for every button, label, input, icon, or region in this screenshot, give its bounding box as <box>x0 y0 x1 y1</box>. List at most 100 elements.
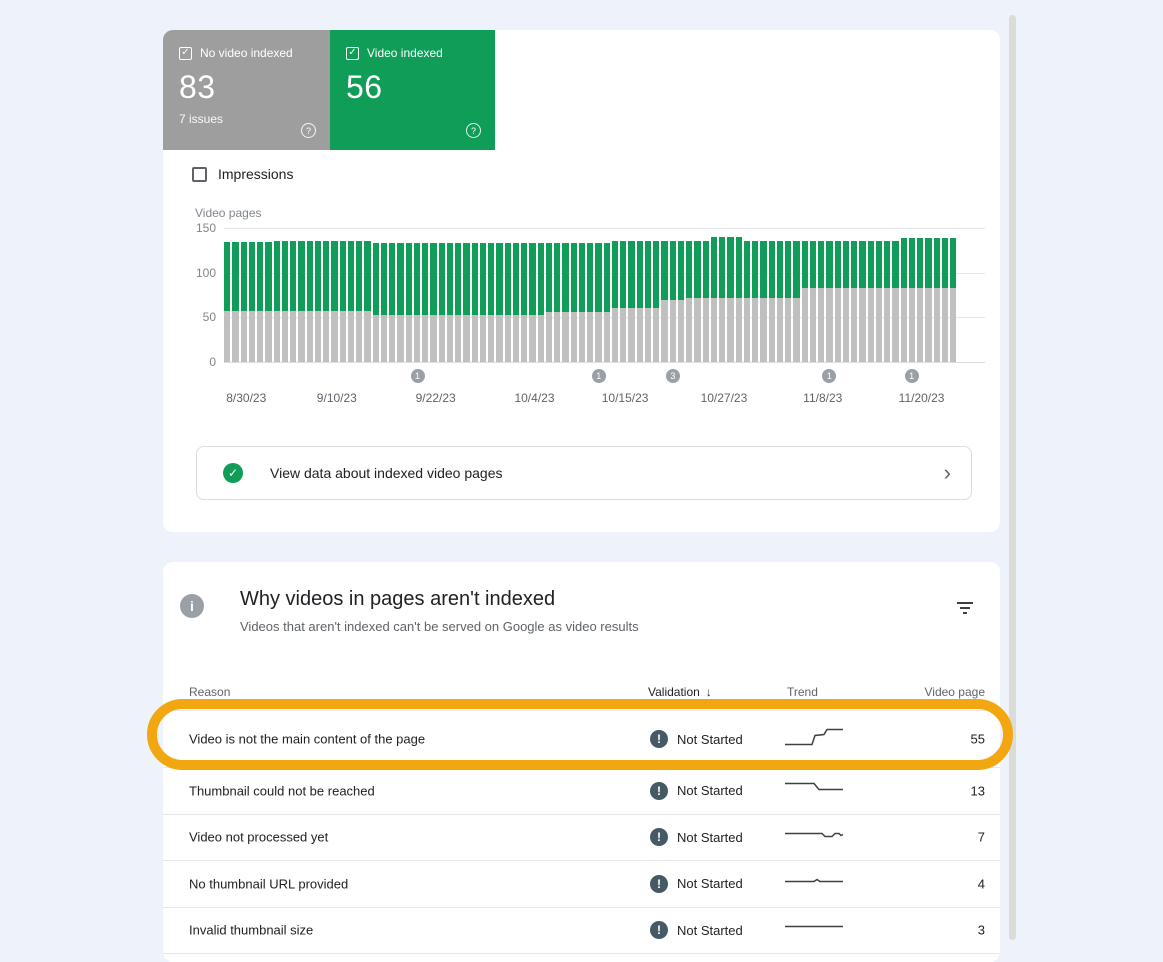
chart-bar[interactable] <box>513 243 519 362</box>
video-indexed-checkbox[interactable]: ✓ <box>346 47 359 60</box>
chart-bar[interactable] <box>224 242 230 362</box>
chart-bar[interactable] <box>628 241 634 362</box>
impressions-checkbox[interactable] <box>192 167 207 182</box>
chart-bar[interactable] <box>496 243 502 362</box>
chart-bar[interactable] <box>604 243 610 362</box>
chart-bar[interactable] <box>571 243 577 362</box>
chart-bar[interactable] <box>364 241 370 362</box>
chart-bar[interactable] <box>711 237 717 362</box>
page-scrollbar[interactable] <box>1009 15 1016 940</box>
chart-bar[interactable] <box>323 241 329 362</box>
chart-bar[interactable] <box>521 243 527 362</box>
chart-bar[interactable] <box>653 241 659 362</box>
chart-bar[interactable] <box>868 241 874 362</box>
chart-bar[interactable] <box>331 241 337 362</box>
chart-bar[interactable] <box>736 237 742 362</box>
chart-bar[interactable] <box>439 243 445 362</box>
impressions-toggle[interactable]: Impressions <box>192 166 293 182</box>
chart-bar[interactable] <box>843 241 849 362</box>
chart-bar[interactable] <box>472 243 478 362</box>
chart-bar[interactable] <box>802 241 808 362</box>
chart-bar[interactable] <box>859 241 865 362</box>
chart-bar[interactable] <box>637 241 643 362</box>
chart-bar[interactable] <box>719 237 725 362</box>
axis-event-marker[interactable]: 3 <box>666 369 680 383</box>
issue-row-4[interactable]: No thumbnail URL provided!Not Started4 <box>163 861 1000 908</box>
chart-bar[interactable] <box>381 243 387 362</box>
chart-bar[interactable] <box>529 243 535 362</box>
chart-bar[interactable] <box>835 241 841 362</box>
chart-bar[interactable] <box>727 237 733 362</box>
no-video-indexed-checkbox[interactable]: ✓ <box>179 47 192 60</box>
chart-bar[interactable] <box>397 243 403 362</box>
column-header-validation[interactable]: Validation ↓ <box>648 685 712 699</box>
chart-bar[interactable] <box>901 238 907 362</box>
chart-bar[interactable] <box>826 241 832 362</box>
axis-event-marker[interactable]: 1 <box>411 369 425 383</box>
chart-bar[interactable] <box>274 241 280 362</box>
chart-bar[interactable] <box>645 241 651 362</box>
chart-bar[interactable] <box>612 241 618 362</box>
issue-row-5[interactable]: Invalid thumbnail size!Not Started3 <box>163 908 1000 955</box>
chart-bar[interactable] <box>934 238 940 362</box>
chart-bar[interactable] <box>595 243 601 362</box>
chart-bar[interactable] <box>670 241 676 362</box>
chart-bar[interactable] <box>810 241 816 362</box>
chart-bar[interactable] <box>430 243 436 362</box>
chart-bar[interactable] <box>307 241 313 362</box>
chart-bar[interactable] <box>265 242 271 362</box>
chart-bar[interactable] <box>257 242 263 362</box>
help-icon[interactable]: ? <box>466 123 481 138</box>
chart-bar[interactable] <box>290 241 296 362</box>
axis-event-marker[interactable]: 1 <box>905 369 919 383</box>
chart-bar[interactable] <box>851 241 857 362</box>
summary-card-no-video-indexed[interactable]: ✓ No video indexed 83 7 issues ? <box>163 30 330 150</box>
chart-bar[interactable] <box>480 243 486 362</box>
chart-bar[interactable] <box>505 243 511 362</box>
chart-bar[interactable] <box>315 241 321 362</box>
chart-bar[interactable] <box>406 243 412 362</box>
chart-bar[interactable] <box>340 241 346 362</box>
chart-bar[interactable] <box>818 241 824 362</box>
chart-bar[interactable] <box>546 243 552 362</box>
axis-event-marker[interactable]: 1 <box>822 369 836 383</box>
chart-bar[interactable] <box>587 243 593 362</box>
chart-bar[interactable] <box>917 238 923 362</box>
chart-bar[interactable] <box>356 241 362 362</box>
chart-bar[interactable] <box>876 241 882 362</box>
chart-bar[interactable] <box>447 243 453 362</box>
chart-bar[interactable] <box>232 242 238 362</box>
summary-card-video-indexed[interactable]: ✓ Video indexed 56 ? <box>330 30 495 150</box>
chart-bar[interactable] <box>455 243 461 362</box>
issue-row-2[interactable]: Thumbnail could not be reached!Not Start… <box>163 768 1000 815</box>
chart-bar[interactable] <box>909 238 915 362</box>
chart-bar[interactable] <box>414 243 420 362</box>
issue-row-3[interactable]: Video not processed yet!Not Started7 <box>163 815 1000 862</box>
view-indexed-data-banner[interactable]: ✓ View data about indexed video pages › <box>196 446 972 500</box>
chart-bar[interactable] <box>562 243 568 362</box>
chart-bar[interactable] <box>579 243 585 362</box>
chart-bar[interactable] <box>942 238 948 362</box>
chart-bar[interactable] <box>620 241 626 362</box>
chart-bar[interactable] <box>348 241 354 362</box>
chart-bar[interactable] <box>703 241 709 362</box>
issue-row-1[interactable]: Video is not the main content of the pag… <box>163 711 1000 768</box>
chart-bar[interactable] <box>925 238 931 362</box>
chart-bar[interactable] <box>678 241 684 362</box>
chart-bar[interactable] <box>422 243 428 362</box>
chart-bar[interactable] <box>538 243 544 362</box>
chart-bar[interactable] <box>661 241 667 362</box>
chart-bar[interactable] <box>777 241 783 362</box>
chart-bar[interactable] <box>488 243 494 362</box>
chart-bar[interactable] <box>744 241 750 362</box>
chart-bar[interactable] <box>298 241 304 362</box>
chart-bar[interactable] <box>694 241 700 362</box>
chart-bar[interactable] <box>241 242 247 362</box>
chart-bar[interactable] <box>686 241 692 362</box>
filter-icon[interactable] <box>956 602 974 616</box>
chart-bar[interactable] <box>554 243 560 362</box>
chart-bar[interactable] <box>463 243 469 362</box>
chart-bar[interactable] <box>785 241 791 362</box>
chart-bar[interactable] <box>752 241 758 362</box>
chart-bar[interactable] <box>249 242 255 362</box>
